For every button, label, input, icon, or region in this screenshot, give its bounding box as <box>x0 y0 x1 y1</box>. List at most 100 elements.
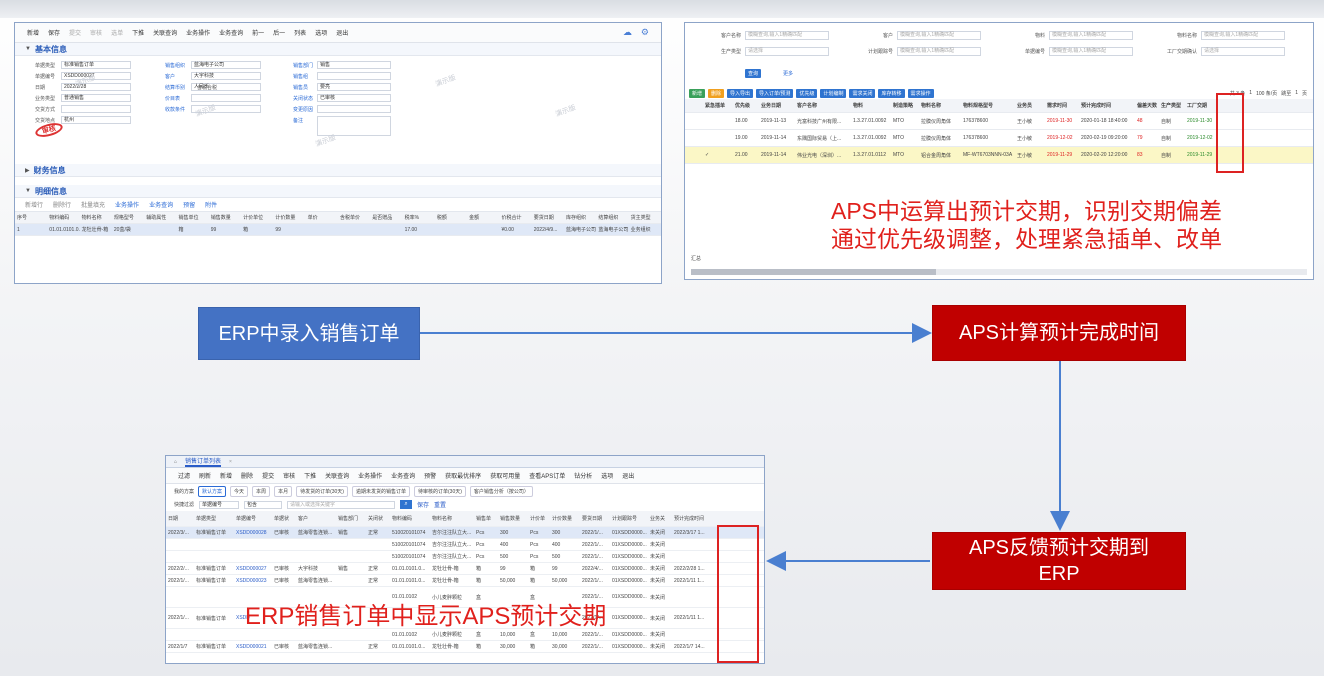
erp-list-header-cell: 销售数量 <box>500 516 521 522</box>
erp-list-header-cell: 客户 <box>298 516 309 522</box>
erp-list-cell: 销售 <box>338 566 349 572</box>
erp-list-cell: 2022/1/... <box>168 615 189 621</box>
scheme-chip[interactable]: 默认方案 <box>198 485 227 497</box>
erp-list-cell: 已审核 <box>274 644 290 650</box>
erp-list-cell: 2022/1/... <box>582 553 603 560</box>
erp-list-row[interactable]: 2022/2/... 标准销售订单 XSDD000027 已审核 大宇科技 销售 正常 01.… <box>166 563 764 575</box>
erp-list-cell: Pcs <box>530 553 539 560</box>
quick-filter-input[interactable]: 请输入或选择关键字 <box>287 500 396 509</box>
erp-list-toolbar-item[interactable]: 删除 <box>241 471 253 480</box>
close-icon[interactable]: × <box>229 459 232 465</box>
erp-list-cell: 300 <box>552 529 561 536</box>
erp-list-toolbar-item[interactable]: 提交 <box>262 471 274 480</box>
erp-list-cell: 蓝海零售连锁... <box>298 644 333 650</box>
erp-list-toolbar-item[interactable]: 查看APS订单 <box>529 471 565 480</box>
flow-aps-feedback-line-2: ERP <box>1038 563 1080 585</box>
erp-list-toolbar-item[interactable]: 退出 <box>622 471 634 480</box>
erp-list-cell: 2022/2/28 1... <box>674 565 705 572</box>
erp-list-header-cell: 业务关 <box>650 516 666 522</box>
erp-list-cell: 蓝海零售连锁... <box>298 530 333 536</box>
erp-list-toolbar-item[interactable]: 审核 <box>283 471 295 480</box>
save-filter-link[interactable]: 保存 <box>417 500 429 509</box>
erp-list-cell: 99 <box>552 565 558 572</box>
erp-list-toolbar-item[interactable]: 业务操作 <box>358 471 382 480</box>
erp-list-cell: 标准销售订单 <box>196 615 227 622</box>
erp-list-row[interactable]: 2022/1/... 标准销售订单 XSDD000023 已审核 蓝海零售连锁... 正常… <box>166 575 764 587</box>
erp-list-row[interactable]: 2022/3/... 标准销售订单 XSDD000028 已审核 蓝海零售连锁... 销售… <box>166 527 764 539</box>
erp-list-row[interactable]: 2022/1/7 标准销售订单 XSDD000021 已审核 蓝海零售连锁... 正常 01… <box>166 641 764 653</box>
erp-list-cell: 300 <box>500 529 509 536</box>
erp-list-header-cell: 关闭状 <box>368 516 384 522</box>
erp-list-header-cell: 要货日期 <box>582 516 603 522</box>
search-icon[interactable]: ⌕ <box>400 500 413 509</box>
erp-list-cell: 01.01.0101.0... <box>392 577 426 584</box>
estimated-completion-highlight <box>717 525 759 663</box>
scheme-chip[interactable]: 逾期未发货的销售订单 <box>351 485 410 497</box>
scheme-chip[interactable]: 本周 <box>252 485 271 497</box>
erp-list-cell: 标准销售订单 <box>196 530 227 536</box>
erp-list-cell: 2022/1/11 1... <box>674 615 705 621</box>
erp-list-toolbar-item[interactable]: 下推 <box>304 471 316 480</box>
erp-list-cell: 50,000 <box>552 577 568 584</box>
scheme-chip[interactable]: 本月 <box>274 485 293 497</box>
erp-list-cell: 盒 <box>476 632 482 638</box>
scheme-chip[interactable]: 待审核的订单(30天) <box>414 485 466 497</box>
erp-list-toolbar-item[interactable]: 业务查询 <box>391 471 415 480</box>
erp-list-cell: 标准销售订单 <box>196 566 227 572</box>
erp-list-toolbar-item[interactable]: 选项 <box>601 471 613 480</box>
erp-list-cell: 2022/1/7 14... <box>674 643 705 650</box>
erp-list-cell: Pcs <box>530 529 539 536</box>
erp-list-cell: 2022/1/... <box>582 631 603 638</box>
erp-list-cell: Pcs <box>476 541 485 548</box>
erp-list-cell: 吉尔注注队立大... <box>432 554 472 560</box>
erp-list-row[interactable]: 510020101074 吉尔注注队立大... Pcs 500 Pcs 500 2022/1… <box>166 551 764 563</box>
erp-list-toolbar-item[interactable]: 关联查询 <box>325 471 349 480</box>
quick-filter-bar: 快捷过滤 单据编号 包含 请输入或选择关键字 ⌕ 保存 重置 <box>166 498 764 511</box>
erp-list-row[interactable]: 510020101074 吉尔注注队立大... Pcs 400 Pcs 400 2022/1… <box>166 539 764 551</box>
erp-list-row[interactable]: 01.01.0102 小儿麦胖颗粒 盒 10,000 盒 10,000 2022/1/...… <box>166 629 764 641</box>
erp-list-cell: 已审核 <box>274 566 290 572</box>
scheme-label: 我的方案 <box>174 488 195 495</box>
erp-list-tabbar: ⌂ 销售订单列表 × <box>166 456 764 468</box>
erp-list-cell: 01XSDD0000... <box>612 565 647 572</box>
erp-list-cell: 小儿麦胖颗粒 <box>432 594 463 601</box>
scheme-chip[interactable]: 待发货的订单(30天) <box>296 485 348 497</box>
erp-list-cell: 正常 <box>368 566 379 572</box>
erp-list-cell: 10,000 <box>552 631 568 638</box>
erp-list-cell: 未关闭 <box>650 644 666 650</box>
erp-list-toolbar-item[interactable]: 钻分析 <box>574 471 592 480</box>
erp-list-toolbar-item[interactable]: 获取可用量 <box>490 471 520 480</box>
erp-list-cell: 2022/1/7 <box>168 643 188 650</box>
erp-list-header-cell: 销售部门 <box>338 516 359 522</box>
tab-sales-order-list[interactable]: 销售订单列表 <box>185 456 222 467</box>
erp-list-cell: 400 <box>552 541 561 548</box>
erp-list-cell: 箱 <box>476 644 482 650</box>
erp-list-cell: Pcs <box>530 541 539 548</box>
erp-list-cell: XSDD000028 <box>236 529 267 536</box>
quick-filter-field[interactable]: 单据编号 <box>199 500 240 509</box>
scheme-chip[interactable]: 今天 <box>230 485 249 497</box>
erp-list-cell: 2022/2/... <box>168 565 189 572</box>
erp-list-toolbar-item[interactable]: 刷新 <box>199 471 211 480</box>
erp-list-toolbar-item[interactable]: 预警 <box>424 471 436 480</box>
erp-list-toolbar-item[interactable]: 新增 <box>220 471 232 480</box>
erp-list-header-cell: 单据状 <box>274 516 290 522</box>
erp-list-toolbar-item[interactable]: 获取最优排序 <box>445 471 481 480</box>
erp-list-cell: 箱 <box>530 566 536 572</box>
erp-list-cell: 箱 <box>476 578 482 584</box>
erp-list-toolbar-item[interactable]: 过滤 <box>178 471 190 480</box>
erp-list-cell: 未关闭 <box>650 542 666 548</box>
reset-filter-link[interactable]: 重置 <box>434 500 446 509</box>
erp-list-cell: 2022/1/... <box>168 577 189 584</box>
erp-list-cell: 01XSDD0000... <box>612 643 647 650</box>
home-icon[interactable]: ⌂ <box>174 459 177 465</box>
quick-filter-operator[interactable]: 包含 <box>244 500 283 509</box>
quick-filter-label: 快捷过滤 <box>174 502 195 508</box>
erp-list-cell: 01.01.0101.0... <box>392 643 426 650</box>
erp-sales-order-list-screenshot: ⌂ 销售订单列表 × 过滤 刷新 新增 删除 提交 审核 下推 关联查询 业务操作 业务查询 预警获… <box>165 455 765 664</box>
scheme-chip[interactable]: 客户销售分析（按公司） <box>469 485 533 497</box>
erp-list-cell: 销售 <box>338 530 349 536</box>
erp-list-cell: XSDD000027 <box>236 565 267 572</box>
erp-list-cell: 箱 <box>476 566 482 572</box>
erp-list-cell: 2022/1/... <box>582 594 603 600</box>
